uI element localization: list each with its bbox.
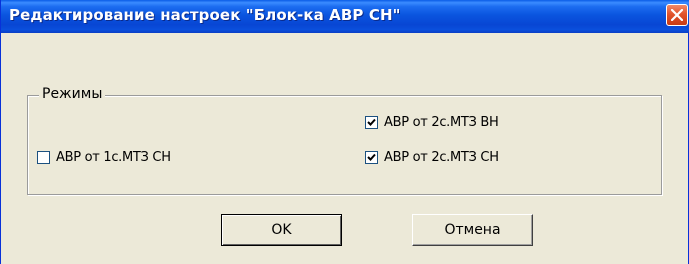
close-icon <box>671 9 683 21</box>
option-avr-2s-mtz-vn[interactable]: АВР от 2с.МТЗ ВН <box>365 114 565 130</box>
checkbox-avr-2s-mtz-sn[interactable] <box>365 151 378 164</box>
option-avr-1s-mtz-sn[interactable]: АВР от 1с.МТЗ СН <box>37 149 237 165</box>
modes-groupbox <box>27 95 662 195</box>
option-label: АВР от 2с.МТЗ СН <box>384 150 499 165</box>
dialog-window: Редактирование настроек "Блок-ка АВР СН"… <box>0 0 689 264</box>
window-title: Редактирование настроек "Блок-ка АВР СН" <box>9 6 401 24</box>
modes-group-label: Режимы <box>39 86 106 102</box>
option-label: АВР от 2с.МТЗ ВН <box>384 115 499 130</box>
cancel-button[interactable]: Отмена <box>412 214 533 246</box>
checkbox-avr-2s-mtz-vn[interactable] <box>365 116 378 129</box>
title-bar[interactable]: Редактирование настроек "Блок-ка АВР СН" <box>1 0 689 33</box>
ok-button[interactable]: OK <box>221 214 342 246</box>
checkmark-icon <box>367 118 376 126</box>
option-label: АВР от 1с.МТЗ СН <box>56 150 171 165</box>
option-avr-2s-mtz-sn[interactable]: АВР от 2с.МТЗ СН <box>365 149 565 165</box>
checkmark-icon <box>367 153 376 161</box>
checkbox-avr-1s-mtz-sn[interactable] <box>37 151 50 164</box>
close-button[interactable] <box>666 4 688 26</box>
